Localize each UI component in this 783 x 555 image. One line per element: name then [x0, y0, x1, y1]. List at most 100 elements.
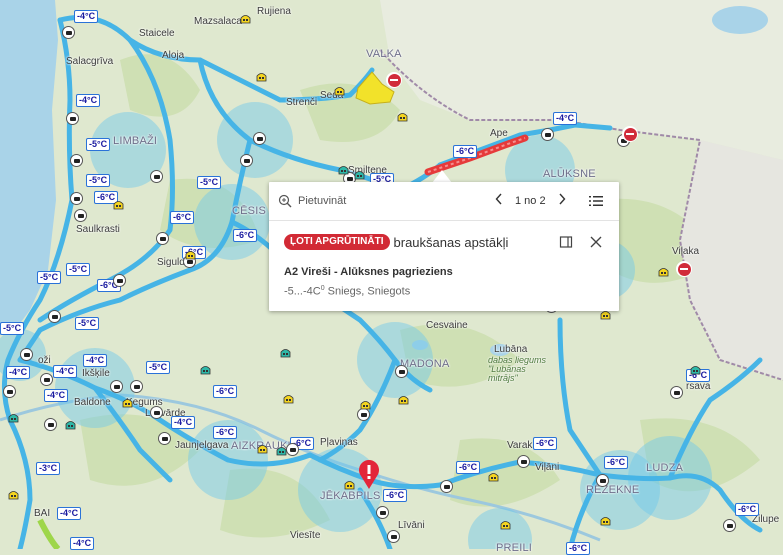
road-weather-station-icon[interactable] [600, 310, 611, 320]
popup-pager: 1 no 2 [494, 193, 567, 208]
traffic-camera-icon[interactable] [113, 274, 126, 287]
road-weather-station-icon[interactable] [397, 112, 408, 122]
temperature-label[interactable]: -6°C [170, 211, 195, 224]
temperature-label[interactable]: -5°C [66, 263, 91, 276]
temperature-label[interactable]: -6°C [383, 489, 408, 502]
list-icon [589, 196, 603, 206]
traffic-camera-icon[interactable] [723, 519, 736, 532]
traffic-camera-icon[interactable] [670, 386, 683, 399]
road-weather-station-icon[interactable] [658, 267, 669, 277]
previous-feature-button[interactable] [494, 193, 504, 208]
road-weather-station-icon[interactable] [344, 480, 355, 490]
road-weather-station-icon[interactable] [338, 165, 349, 175]
road-weather-station-icon[interactable] [283, 394, 294, 404]
temperature-label[interactable]: -5°C [75, 317, 100, 330]
temperature-label[interactable]: -4°C [553, 112, 578, 125]
road-weather-station-icon[interactable] [276, 446, 287, 456]
traffic-camera-icon[interactable] [156, 232, 169, 245]
traffic-camera-icon[interactable] [517, 455, 530, 468]
road-weather-station-icon[interactable] [256, 72, 267, 82]
traffic-camera-icon[interactable] [253, 132, 266, 145]
temperature-label[interactable]: -6°C [453, 145, 478, 158]
temperature-label[interactable]: -6°C [533, 437, 558, 450]
temperature-label[interactable]: -5°C [37, 271, 62, 284]
road-weather-station-icon[interactable] [240, 14, 251, 24]
temperature-label[interactable]: -5°C [146, 361, 171, 374]
traffic-camera-icon[interactable] [40, 373, 53, 386]
road-closed-icon[interactable] [676, 261, 692, 277]
temperature-label[interactable]: -4°C [57, 507, 82, 520]
feature-list-button[interactable] [588, 193, 604, 209]
traffic-camera-icon[interactable] [150, 170, 163, 183]
traffic-camera-icon[interactable] [74, 209, 87, 222]
temperature-label[interactable]: -6°C [604, 456, 629, 469]
temperature-label[interactable]: -6°C [213, 385, 238, 398]
temperature-label[interactable]: -5°C [197, 176, 222, 189]
road-weather-station-icon[interactable] [200, 365, 211, 375]
temperature-label[interactable]: -5°C [0, 322, 25, 335]
traffic-camera-icon[interactable] [70, 154, 83, 167]
traffic-camera-icon[interactable] [3, 385, 16, 398]
incident-warning-icon[interactable] [358, 460, 380, 490]
road-closed-icon[interactable] [386, 72, 402, 88]
road-weather-station-icon[interactable] [360, 400, 371, 410]
temperature-label[interactable]: -4°C [83, 354, 108, 367]
traffic-camera-icon[interactable] [44, 418, 57, 431]
next-feature-button[interactable] [557, 193, 567, 208]
road-weather-station-icon[interactable] [600, 516, 611, 526]
road-weather-station-icon[interactable] [280, 348, 291, 358]
temperature-label[interactable]: -4°C [76, 94, 101, 107]
road-weather-station-icon[interactable] [113, 200, 124, 210]
road-weather-station-icon[interactable] [690, 365, 701, 375]
traffic-camera-icon[interactable] [66, 112, 79, 125]
temperature-label[interactable]: -4°C [74, 10, 99, 23]
road-weather-station-icon[interactable] [65, 420, 76, 430]
temperature-label[interactable]: -6°C [456, 461, 481, 474]
road-weather-station-icon[interactable] [257, 444, 268, 454]
place-label-vilani: Viļāni [535, 462, 560, 473]
traffic-camera-icon[interactable] [48, 310, 61, 323]
road-weather-station-icon[interactable] [398, 395, 409, 405]
temperature-label[interactable]: -6°C [233, 229, 258, 242]
traffic-camera-icon[interactable] [70, 192, 83, 205]
traffic-camera-icon[interactable] [130, 380, 143, 393]
road-weather-station-icon[interactable] [354, 170, 365, 180]
temperature-label[interactable]: -4°C [171, 416, 196, 429]
temperature-label[interactable]: -4°C [70, 537, 95, 550]
close-button[interactable] [589, 235, 603, 249]
condition-text: braukšanas apstākļi [393, 234, 509, 250]
temperature-label[interactable]: -5°C [86, 174, 111, 187]
traffic-camera-icon[interactable] [62, 26, 75, 39]
road-weather-station-icon[interactable] [334, 86, 345, 96]
traffic-camera-icon[interactable] [150, 406, 163, 419]
road-closed-icon[interactable] [622, 126, 638, 142]
traffic-camera-icon[interactable] [110, 380, 123, 393]
traffic-camera-icon[interactable] [376, 506, 389, 519]
temperature-label[interactable]: -4°C [53, 365, 78, 378]
traffic-camera-icon[interactable] [440, 480, 453, 493]
temperature-label[interactable]: -6°C [213, 426, 238, 439]
traffic-camera-icon[interactable] [20, 348, 33, 361]
road-weather-station-icon[interactable] [488, 472, 499, 482]
road-weather-station-icon[interactable] [8, 490, 19, 500]
traffic-camera-icon[interactable] [240, 154, 253, 167]
road-weather-station-icon[interactable] [122, 398, 133, 408]
temperature-label[interactable]: -6°C [735, 503, 760, 516]
traffic-camera-icon[interactable] [286, 443, 299, 456]
dock-button[interactable] [559, 235, 573, 249]
chevron-left-icon [495, 193, 502, 205]
road-weather-station-icon[interactable] [8, 413, 19, 423]
place-label-limbazi: LIMBAŽI [113, 135, 158, 147]
traffic-camera-icon[interactable] [596, 474, 609, 487]
traffic-camera-icon[interactable] [387, 530, 400, 543]
traffic-camera-icon[interactable] [395, 365, 408, 378]
zoom-to-button[interactable]: Pietuvināt [278, 193, 346, 209]
traffic-camera-icon[interactable] [541, 128, 554, 141]
traffic-camera-icon[interactable] [158, 432, 171, 445]
road-weather-station-icon[interactable] [185, 250, 196, 260]
temperature-label[interactable]: -4°C [6, 366, 31, 379]
temperature-label[interactable]: -4°C [44, 389, 69, 402]
temperature-label[interactable]: -5°C [86, 138, 111, 151]
temperature-label[interactable]: -3°C [36, 462, 61, 475]
road-weather-station-icon[interactable] [500, 520, 511, 530]
